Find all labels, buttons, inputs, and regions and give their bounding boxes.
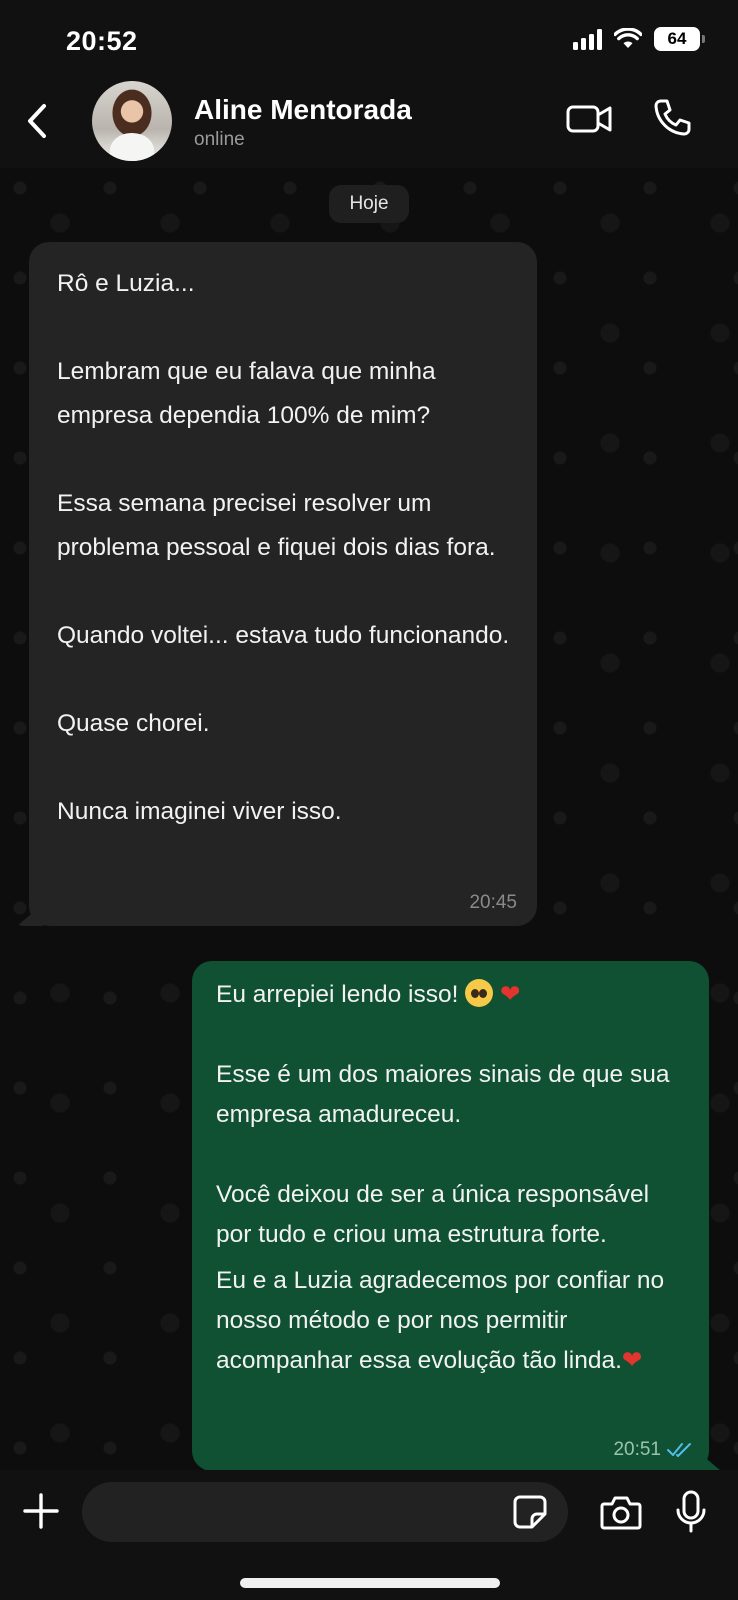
back-arrow-icon[interactable] (20, 100, 54, 142)
date-separator: Hoje (329, 185, 409, 223)
home-indicator (240, 1578, 500, 1588)
status-icons: 64 (573, 27, 705, 51)
wifi-icon (614, 28, 642, 48)
message-meta: 20:51 (613, 1439, 693, 1461)
sticker-icon[interactable] (512, 1494, 548, 1530)
message-composer (0, 1470, 738, 1600)
contact-name[interactable]: Aline Mentorada (194, 94, 412, 126)
message-paragraph: Eu e a Luzia agradecemos por confiar no … (216, 1261, 685, 1381)
pleading-face-emoji (465, 979, 494, 1007)
chat-area[interactable]: Hoje Rô e Luzia... Lembram que eu falava… (0, 168, 738, 1471)
camera-icon[interactable] (600, 1494, 642, 1530)
message-paragraph: Eu arrepiei lendo isso! ❤ (216, 975, 685, 1015)
message-text: Eu e a Luzia agradecemos por confiar no … (216, 1267, 671, 1374)
message-paragraph: Quase chorei. (57, 710, 210, 737)
message-paragraph: Lembram que eu falava que minha empresa … (57, 358, 443, 429)
double-check-icon (667, 1443, 691, 1457)
message-paragraph: Rô e Luzia... (57, 270, 195, 297)
phone-call-icon[interactable] (652, 98, 692, 138)
red-heart-emoji: ❤ (621, 1347, 643, 1374)
message-paragraph: Você deixou de ser a única responsável p… (216, 1181, 656, 1248)
contact-avatar[interactable] (92, 81, 172, 161)
red-heart-emoji: ❤ (500, 981, 521, 1008)
incoming-message-bubble[interactable]: Rô e Luzia... Lembram que eu falava que … (29, 242, 537, 926)
battery-icon: 64 (654, 27, 705, 51)
status-bar: 20:52 64 (0, 0, 738, 78)
message-timestamp: 20:45 (469, 892, 517, 913)
video-call-icon[interactable] (566, 100, 612, 138)
microphone-icon[interactable] (676, 1490, 706, 1534)
plus-icon[interactable] (22, 1492, 60, 1530)
chat-header: Aline Mentorada online (0, 78, 738, 168)
contact-status: online (194, 129, 245, 150)
cellular-signal-icon (573, 28, 602, 50)
message-paragraph: Essa semana precisei resolver um problem… (57, 490, 496, 561)
status-time: 20:52 (66, 26, 138, 56)
message-paragraph: Nunca imaginei viver isso. (57, 798, 342, 825)
message-text: Eu arrepiei lendo isso! (216, 981, 466, 1008)
message-paragraph: Quando voltei... estava tudo funcionando… (57, 622, 510, 649)
outgoing-message-bubble[interactable]: Eu arrepiei lendo isso! ❤ Esse é um dos … (192, 961, 709, 1471)
message-paragraph: Esse é um dos maiores sinais de que sua … (216, 1061, 677, 1128)
message-input[interactable] (82, 1482, 568, 1542)
message-timestamp: 20:51 (613, 1439, 661, 1460)
